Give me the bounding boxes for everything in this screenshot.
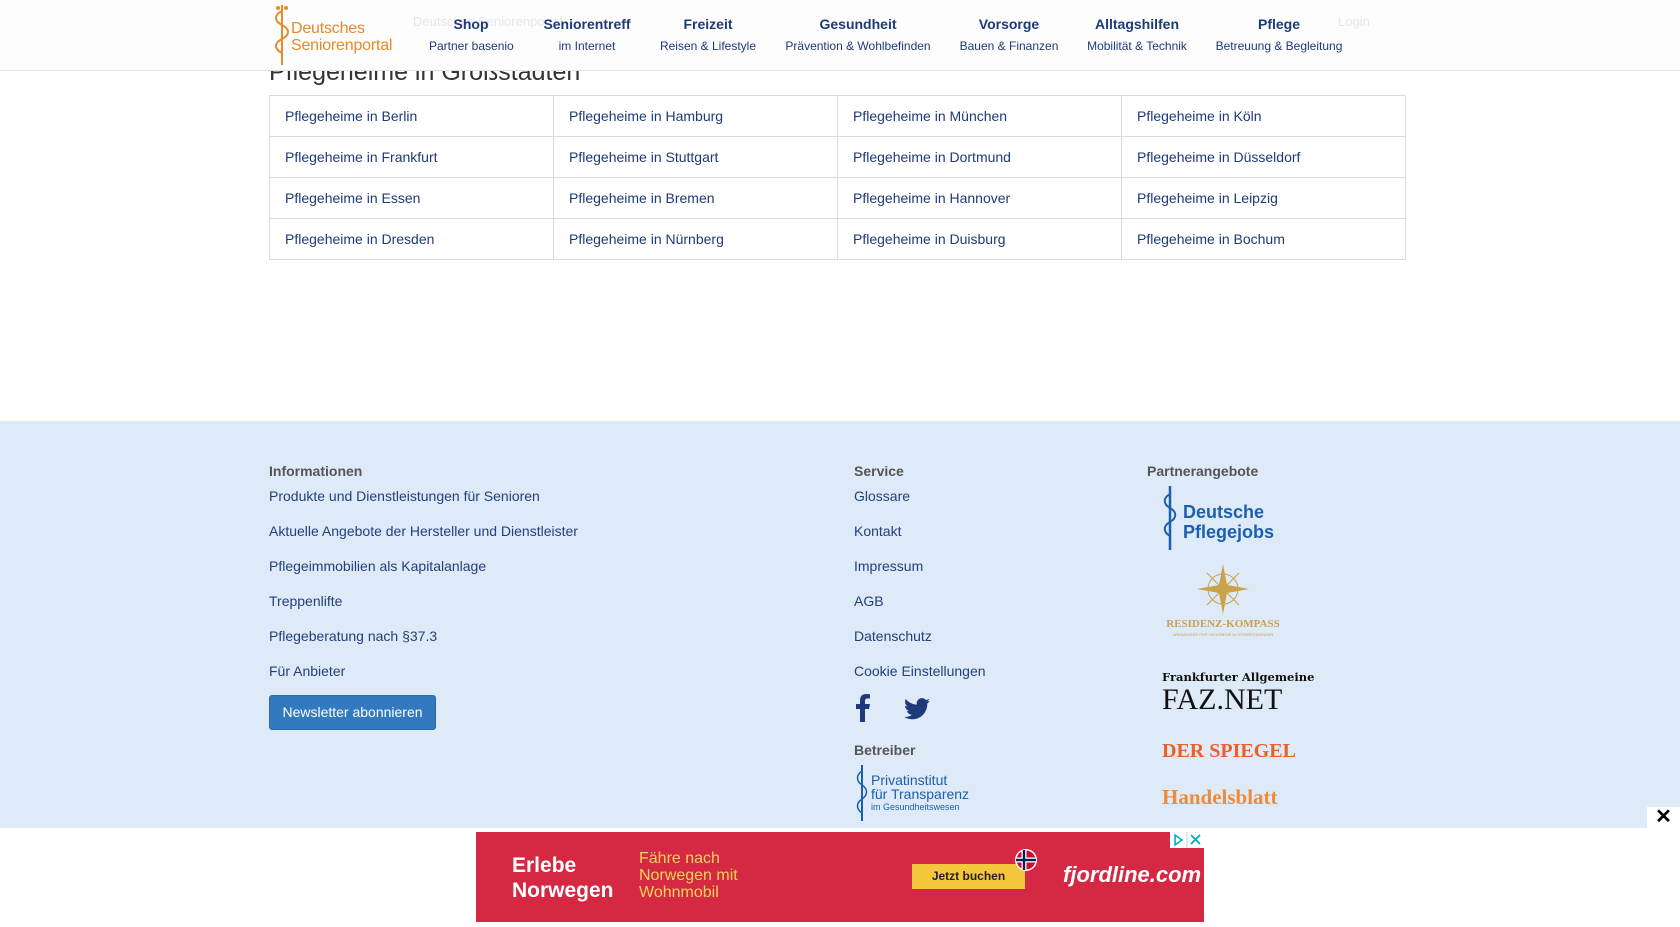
info-link[interactable]: Produkte und Dienstleistungen für Senior… — [269, 488, 540, 504]
service-link[interactable]: Kontakt — [854, 523, 901, 539]
ad-headline-line1: Erlebe — [512, 854, 577, 877]
ad-banner[interactable]: Erlebe Norwegen Fähre nach Norwegen mit … — [476, 832, 1204, 922]
table-row: Pflegeheime in Frankfurt Pflegeheime in … — [269, 136, 1406, 178]
table-row: Pflegeheime in Dresden Pflegeheime in Nü… — [269, 218, 1406, 260]
city-link[interactable]: Pflegeheime in Leipzig — [1121, 177, 1406, 219]
betreiber-line1: Privatinstitut — [871, 772, 948, 788]
nav-seniorentreff[interactable]: Seniorentreff im Internet — [537, 14, 637, 56]
spiegel-logo[interactable]: DER SPIEGEL — [1162, 740, 1296, 763]
ad-sub-line2: Norwegen mit — [639, 867, 738, 884]
service-link[interactable]: AGB — [854, 593, 884, 609]
table-row: Pflegeheime in Berlin Pflegeheime in Ham… — [269, 95, 1406, 137]
nav-alltagshilfen-sub: Mobilität & Technik — [1087, 39, 1187, 53]
nav-pflege-sub: Betreuung & Begleitung — [1215, 39, 1343, 53]
ad-subtext: Fähre nach Norwegen mit Wohnmobil — [639, 850, 738, 901]
city-link[interactable]: Pflegeheime in Düsseldorf — [1121, 136, 1406, 178]
info-title: Informationen — [269, 463, 363, 479]
handelsblatt-logo[interactable]: Handelsblatt — [1162, 785, 1278, 810]
nav-vorsorge[interactable]: Vorsorge Bauen & Finanzen — [955, 14, 1063, 56]
facebook-icon[interactable] — [855, 694, 871, 722]
service-link[interactable]: Cookie Einstellungen — [854, 663, 986, 679]
city-link[interactable]: Pflegeheime in Duisburg — [837, 218, 1122, 260]
service-link[interactable]: Impressum — [854, 558, 923, 574]
ad-brand: fjordline.com — [1063, 862, 1202, 887]
close-ad-button[interactable]: ✕ — [1647, 807, 1680, 828]
ad-headline-line2: Norwegen — [512, 879, 614, 902]
city-link[interactable]: Pflegeheime in Bochum — [1121, 218, 1406, 260]
pflegejobs-line2: Pflegejobs — [1183, 522, 1275, 542]
ad-info-badge[interactable] — [1170, 832, 1204, 848]
site-header: Deutsches Seniorenportal Deutsches Senio… — [0, 0, 1680, 71]
betreiber-line2: für Transparenz — [871, 786, 970, 802]
nav-freizeit[interactable]: Freizeit Reisen & Lifestyle — [659, 14, 757, 56]
city-table: Pflegeheime in Berlin Pflegeheime in Ham… — [269, 95, 1406, 260]
nav-vorsorge-sub: Bauen & Finanzen — [959, 39, 1059, 53]
norway-flag-icon — [1015, 849, 1037, 871]
faz-top: Frankfurter Allgemeine — [1162, 670, 1315, 684]
nav-vorsorge-title: Vorsorge — [978, 16, 1040, 32]
ad-sub-line1: Fähre nach — [639, 850, 720, 867]
residenz-subtext: WEGWEISER FÜR GEHOBENE ALTERSRESIDENZEN — [1172, 632, 1274, 637]
betreiber-line3: im Gesundheitswesen — [871, 802, 960, 812]
adchoices-icon — [1174, 832, 1201, 848]
city-link[interactable]: Pflegeheime in Nürnberg — [553, 218, 838, 260]
city-link[interactable]: Pflegeheime in Berlin — [269, 95, 554, 137]
nav-gesundheit[interactable]: Gesundheit Prävention & Wohlbefinden — [782, 14, 934, 56]
nav-shop-title: Shop — [453, 16, 489, 32]
nav-freizeit-sub: Reisen & Lifestyle — [659, 39, 757, 53]
caduceus-icon — [1163, 486, 1177, 550]
city-link[interactable]: Pflegeheime in Bremen — [553, 177, 838, 219]
caduceus-icon — [275, 5, 289, 65]
faz-bottom: FAZ.NET — [1162, 683, 1283, 716]
nav-freizeit-title: Freizeit — [683, 16, 733, 32]
city-link[interactable]: Pflegeheime in Hamburg — [553, 95, 838, 137]
partner-title: Partnerangebote — [1147, 463, 1259, 479]
twitter-icon[interactable] — [904, 698, 930, 720]
nav-alltagshilfen[interactable]: Alltagshilfen Mobilität & Technik — [1085, 14, 1189, 56]
nav-seniorentreff-sub: im Internet — [558, 39, 616, 53]
ad-headline: Erlebe Norwegen — [512, 853, 614, 903]
nav-shop-sub: Partner basenio — [429, 39, 514, 53]
nav-gesundheit-sub: Prävention & Wohlbefinden — [785, 39, 931, 53]
info-link[interactable]: Treppenlifte — [269, 593, 342, 609]
logo-line1: Deutsches — [291, 20, 365, 37]
info-link[interactable]: Pflegeimmobilien als Kapitalanlage — [269, 558, 486, 574]
nav-alltagshilfen-title: Alltagshilfen — [1094, 16, 1179, 32]
residenz-kompass-logo[interactable]: RESIDENZ-KOMPASS WEGWEISER FÜR GEHOBENE … — [1162, 562, 1284, 642]
caduceus-icon — [856, 765, 868, 821]
ad-sub-line3: Wohnmobil — [639, 884, 719, 901]
logo-line2: Seniorenportal — [291, 37, 393, 54]
newsletter-button[interactable]: Newsletter abonnieren — [269, 695, 436, 730]
city-link[interactable]: Pflegeheime in München — [837, 95, 1122, 137]
site-logo[interactable]: Deutsches Seniorenportal — [272, 3, 396, 67]
city-link[interactable]: Pflegeheime in Frankfurt — [269, 136, 554, 178]
info-link[interactable]: Für Anbieter — [269, 663, 345, 679]
pflegejobs-line1: Deutsche — [1183, 502, 1265, 522]
nav-gesundheit-title: Gesundheit — [819, 16, 897, 32]
faz-logo[interactable]: Frankfurter Allgemeine FAZ.NET — [1162, 668, 1314, 716]
city-link[interactable]: Pflegeheime in Dortmund — [837, 136, 1122, 178]
nav-pflege-title: Pflege — [1257, 16, 1300, 32]
betreiber-logo[interactable]: Privatinstitut für Transparenz im Gesund… — [855, 763, 975, 823]
pflegejobs-logo[interactable]: Deutsche Pflegejobs — [1162, 484, 1284, 554]
service-link[interactable]: Glossare — [854, 488, 910, 504]
city-link[interactable]: Pflegeheime in Köln — [1121, 95, 1406, 137]
compass-icon — [1197, 564, 1249, 614]
table-row: Pflegeheime in Essen Pflegeheime in Brem… — [269, 177, 1406, 219]
city-link[interactable]: Pflegeheime in Hannover — [837, 177, 1122, 219]
betreiber-title: Betreiber — [854, 742, 916, 758]
nav-shop[interactable]: Shop Partner basenio — [429, 14, 514, 56]
ad-cta-button[interactable]: Jetzt buchen — [912, 864, 1025, 889]
service-title: Service — [854, 463, 904, 479]
city-link[interactable]: Pflegeheime in Essen — [269, 177, 554, 219]
info-link[interactable]: Aktuelle Angebote der Hersteller und Die… — [269, 523, 578, 539]
info-link[interactable]: Pflegeberatung nach §37.3 — [269, 628, 437, 644]
nav-pflege[interactable]: Pflege Betreuung & Begleitung — [1214, 14, 1344, 56]
city-link[interactable]: Pflegeheime in Stuttgart — [553, 136, 838, 178]
residenz-text: RESIDENZ-KOMPASS — [1166, 618, 1280, 630]
city-link[interactable]: Pflegeheime in Dresden — [269, 218, 554, 260]
nav-seniorentreff-title: Seniorentreff — [543, 16, 631, 32]
service-link[interactable]: Datenschutz — [854, 628, 932, 644]
